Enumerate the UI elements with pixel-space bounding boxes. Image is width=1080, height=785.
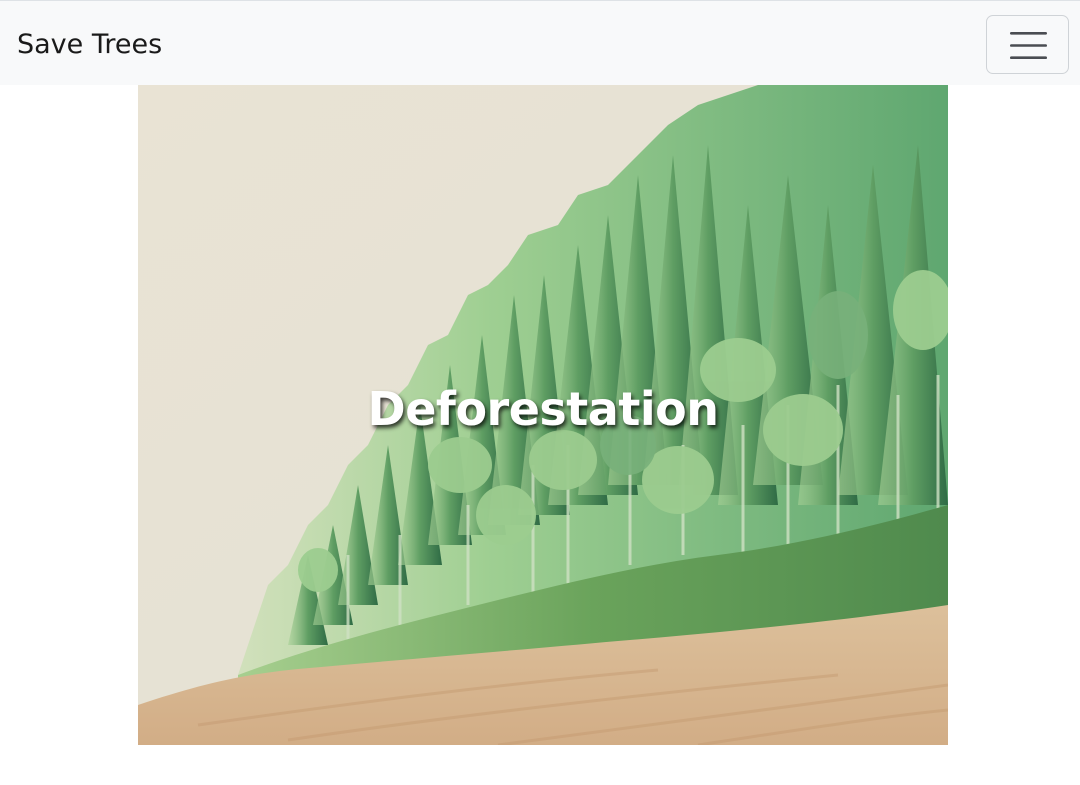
hero-banner: Deforestation <box>138 85 948 745</box>
navbar-brand[interactable]: Save Trees <box>17 1 162 86</box>
hamburger-menu-icon <box>1010 32 1047 59</box>
navbar-toggler-button[interactable] <box>986 15 1069 74</box>
hero-title: Deforestation <box>367 382 719 436</box>
navbar: Save Trees <box>0 0 1080 85</box>
